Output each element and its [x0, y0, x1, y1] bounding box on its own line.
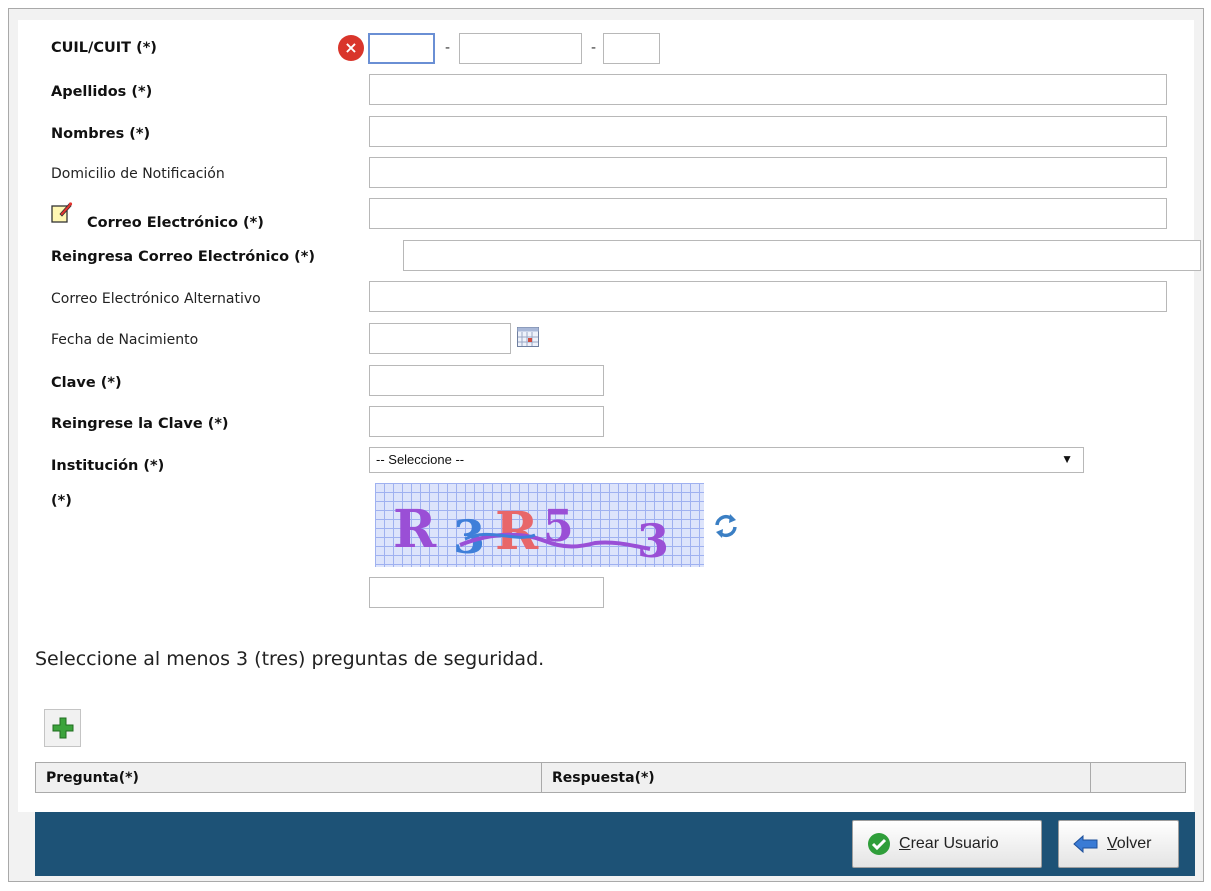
captcha-char: R [393, 499, 437, 560]
plus-icon [52, 717, 74, 739]
captcha-label: (*) [51, 493, 72, 509]
institucion-label: Institución (*) [51, 458, 165, 474]
column-pregunta: Pregunta(*) [36, 763, 542, 792]
crear-usuario-label: Crear Usuario [899, 835, 999, 852]
calendar-icon[interactable] [517, 327, 539, 351]
domicilio-input[interactable] [369, 157, 1167, 188]
cuil-number-input[interactable] [459, 33, 582, 64]
note-edit-icon [51, 201, 73, 227]
domicilio-label: Domicilio de Notificación [51, 166, 225, 182]
nombres-label: Nombres (*) [51, 126, 151, 142]
captcha-char: R [495, 501, 539, 562]
captcha-image: R 3 R 5 3 [375, 483, 704, 567]
cuil-prefix-input[interactable] [368, 33, 435, 64]
institucion-selected-value: -- Seleccione -- [376, 452, 465, 467]
questions-table-header: Pregunta(*) Respuesta(*) [35, 762, 1186, 793]
reingresa-correo-input[interactable] [403, 240, 1201, 271]
fecha-label: Fecha de Nacimiento [51, 332, 199, 348]
crear-usuario-button[interactable]: Crear Usuario [852, 820, 1042, 868]
apellidos-label: Apellidos (*) [51, 84, 153, 100]
cuil-check-input[interactable] [603, 33, 660, 64]
volver-label: Volver [1107, 835, 1152, 852]
correo-alt-input[interactable] [369, 281, 1167, 312]
captcha-char: 3 [637, 514, 669, 567]
reingrese-clave-input[interactable] [369, 406, 604, 437]
column-actions [1091, 763, 1185, 792]
volver-button[interactable]: Volver [1058, 820, 1179, 868]
dropdown-arrow-icon: ▼ [1061, 452, 1073, 466]
institucion-select[interactable]: -- Seleccione -- ▼ [369, 447, 1084, 473]
add-question-button[interactable] [44, 709, 81, 747]
back-arrow-icon [1073, 834, 1098, 854]
security-instruction: Seleccione al menos 3 (tres) preguntas d… [35, 648, 545, 670]
cuil-separator: - [591, 40, 597, 56]
column-respuesta: Respuesta(*) [542, 763, 1091, 792]
refresh-icon[interactable] [711, 511, 741, 545]
error-x-icon: × [338, 35, 364, 61]
reingrese-clave-label: Reingrese la Clave (*) [51, 416, 229, 432]
correo-alt-label: Correo Electrónico Alternativo [51, 291, 261, 307]
cuil-label: CUIL/CUIT (*) [51, 40, 157, 56]
apellidos-input[interactable] [369, 74, 1167, 105]
cuil-separator: - [445, 40, 451, 56]
clave-label: Clave (*) [51, 375, 122, 391]
reingresa-correo-label: Reingresa Correo Electrónico (*) [51, 249, 315, 265]
captcha-input[interactable] [369, 577, 604, 608]
nombres-input[interactable] [369, 116, 1167, 147]
fecha-input[interactable] [369, 323, 511, 354]
correo-label: Correo Electrónico (*) [87, 215, 264, 231]
clave-input[interactable] [369, 365, 604, 396]
check-circle-icon [868, 833, 890, 855]
correo-input[interactable] [369, 198, 1167, 229]
